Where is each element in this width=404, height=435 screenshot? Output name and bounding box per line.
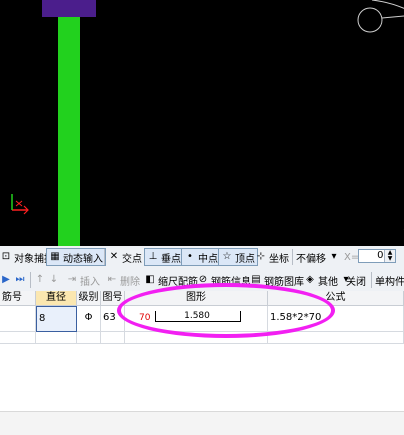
highlight-annotation-ellipse xyxy=(117,283,335,338)
snap-toolbar: ⊡ 对象捕捉 ▦ 动态输入 ✕ 交点 ⊥ 垂点 • 中点 ☆ 顶点 ⊹ 坐标 不… xyxy=(0,246,404,270)
scale-icon: ◧ xyxy=(145,274,155,285)
x-spinner[interactable]: ▲ ▼ xyxy=(384,250,395,262)
toolbar-divider xyxy=(292,249,293,265)
dynamic-input-icon: ▦ xyxy=(50,251,60,262)
column-header-grade[interactable]: 级别 xyxy=(77,291,101,306)
empty-row-cell[interactable] xyxy=(101,332,125,344)
status-strip xyxy=(0,411,404,435)
perpendicular-snap-button[interactable]: ⊥ 垂点 xyxy=(144,248,184,266)
coordinate-icon: ⊹ xyxy=(256,251,266,262)
close-button[interactable]: 关闭 xyxy=(346,272,366,288)
perpendicular-icon: ⊥ xyxy=(148,251,158,262)
intersection-icon: ✕ xyxy=(109,251,119,262)
midpoint-icon: • xyxy=(187,251,193,262)
toolbar-divider xyxy=(104,249,105,265)
delete-button[interactable]: ⇤ 删除 xyxy=(106,272,140,288)
dynamic-input-button[interactable]: ▦ 动态输入 xyxy=(46,248,106,266)
object-snap-icon: ⊡ xyxy=(1,251,11,262)
other-icon: ◈ xyxy=(306,274,314,285)
empty-row-cell[interactable] xyxy=(268,332,404,344)
insert-row-icon: ⇥ xyxy=(67,274,77,285)
vertex-icon: ☆ xyxy=(222,251,232,262)
offset-mode-select[interactable]: 不偏移 ▾ xyxy=(296,249,340,265)
cad-canvas[interactable] xyxy=(0,0,404,246)
single-component-button[interactable]: 单构件 xyxy=(375,272,404,288)
toolbar-divider xyxy=(30,272,31,288)
ucs-axis-icon xyxy=(11,194,29,215)
empty-row-cell[interactable] xyxy=(77,332,101,344)
vertex-snap-button[interactable]: ☆ 顶点 xyxy=(218,248,258,266)
empty-row-cell[interactable] xyxy=(0,332,36,344)
cell-grade[interactable]: Φ xyxy=(77,306,101,332)
cell-bar-no[interactable] xyxy=(0,306,36,332)
x-label: X= xyxy=(344,251,360,263)
chevron-down-icon: ▾ xyxy=(331,251,337,262)
intersection-snap-button[interactable]: ✕ 交点 xyxy=(108,249,142,265)
midpoint-snap-button[interactable]: • 中点 xyxy=(181,248,221,266)
arrow-down-icon: ↓ xyxy=(49,274,59,285)
insert-button[interactable]: ⇥ 插入 xyxy=(66,272,100,288)
first-record-button[interactable]: ▶ xyxy=(0,272,12,288)
last-record-button[interactable]: ⏭ xyxy=(14,272,26,288)
skip-end-icon: ⏭ xyxy=(15,274,25,285)
move-up-button[interactable]: ↑ xyxy=(34,272,46,288)
empty-row-cell[interactable] xyxy=(36,332,77,344)
arc-guide-line xyxy=(357,0,404,230)
play-icon: ▶ xyxy=(2,274,10,285)
column-header-diameter[interactable]: 直径(mm) xyxy=(36,291,77,317)
arrow-up-icon: ↑ xyxy=(35,274,45,285)
other-menu-button[interactable]: ◈ 其他 ▾ xyxy=(304,272,352,288)
toolbar-divider xyxy=(371,272,372,288)
move-down-button[interactable]: ↓ xyxy=(48,272,60,288)
delete-row-icon: ⇤ xyxy=(107,274,117,285)
coordinates-snap-button[interactable]: ⊹ 坐标 xyxy=(255,249,289,265)
cell-diameter[interactable]: 8 xyxy=(36,306,77,332)
column-header-bar-no[interactable]: 筋号 xyxy=(0,291,36,306)
